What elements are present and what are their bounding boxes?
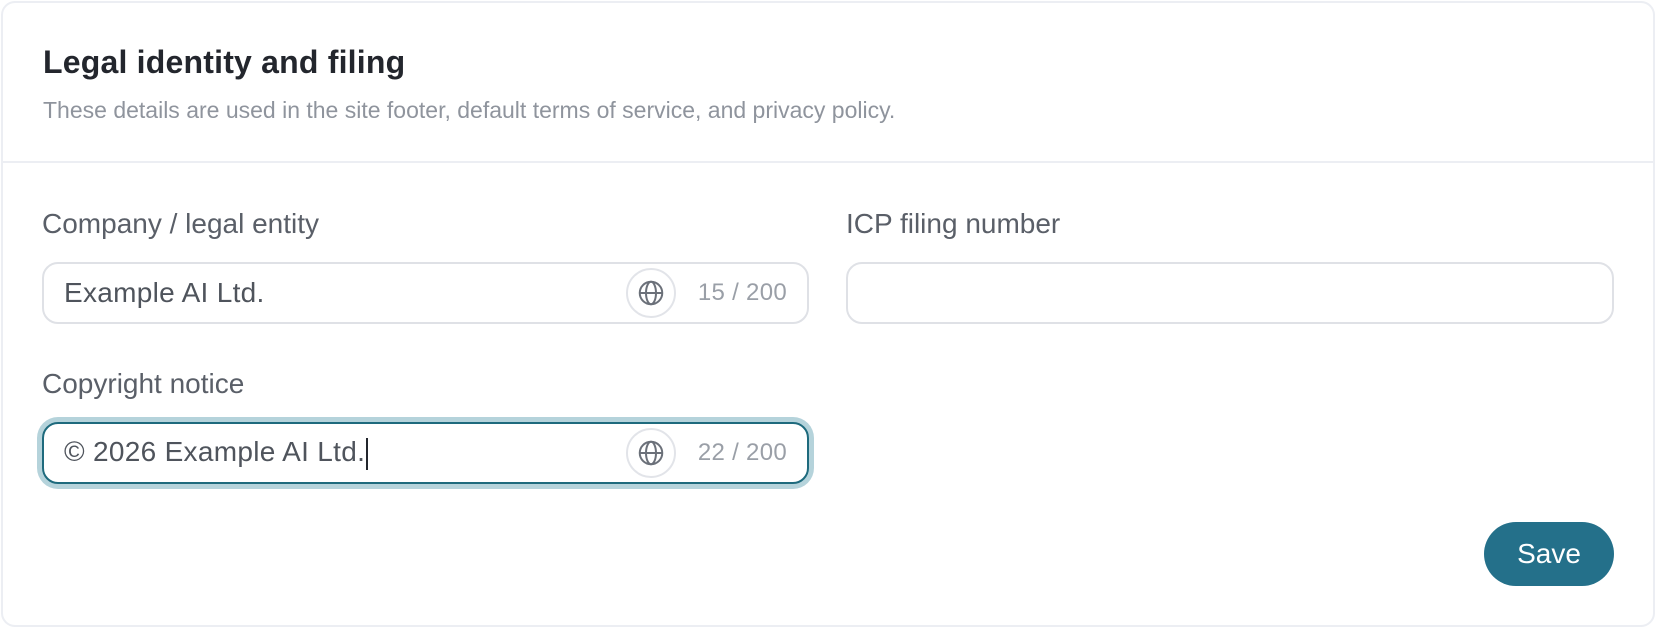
text-caret: [366, 437, 369, 470]
company-input-value[interactable]: Example AI Ltd.: [64, 277, 626, 309]
copyright-input-value[interactable]: © 2026 Example AI Ltd.: [64, 436, 365, 467]
globe-icon: [638, 280, 664, 306]
company-char-counter: 15 / 200: [697, 279, 787, 306]
icp-field-label: ICP filing number: [846, 208, 1061, 239]
copyright-field-label: Copyright notice: [42, 368, 245, 399]
icp-input[interactable]: [846, 262, 1614, 324]
copyright-input[interactable]: © 2026 Example AI Ltd. 22 / 200: [42, 422, 809, 484]
section-title: Legal identity and filing: [43, 44, 406, 80]
card-header: Legal identity and filing These details …: [3, 3, 1653, 163]
copyright-translate-button[interactable]: [625, 428, 676, 478]
globe-icon: [638, 440, 664, 466]
company-translate-button[interactable]: [625, 268, 676, 318]
company-input[interactable]: Example AI Ltd. 15 / 200: [42, 262, 809, 324]
copyright-char-counter: 22 / 200: [697, 439, 787, 466]
section-subtitle: These details are used in the site foote…: [43, 97, 896, 123]
copyright-input-text[interactable]: © 2026 Example AI Ltd.: [64, 436, 626, 470]
company-field-label: Company / legal entity: [42, 208, 320, 239]
save-button[interactable]: Save: [1484, 522, 1614, 586]
